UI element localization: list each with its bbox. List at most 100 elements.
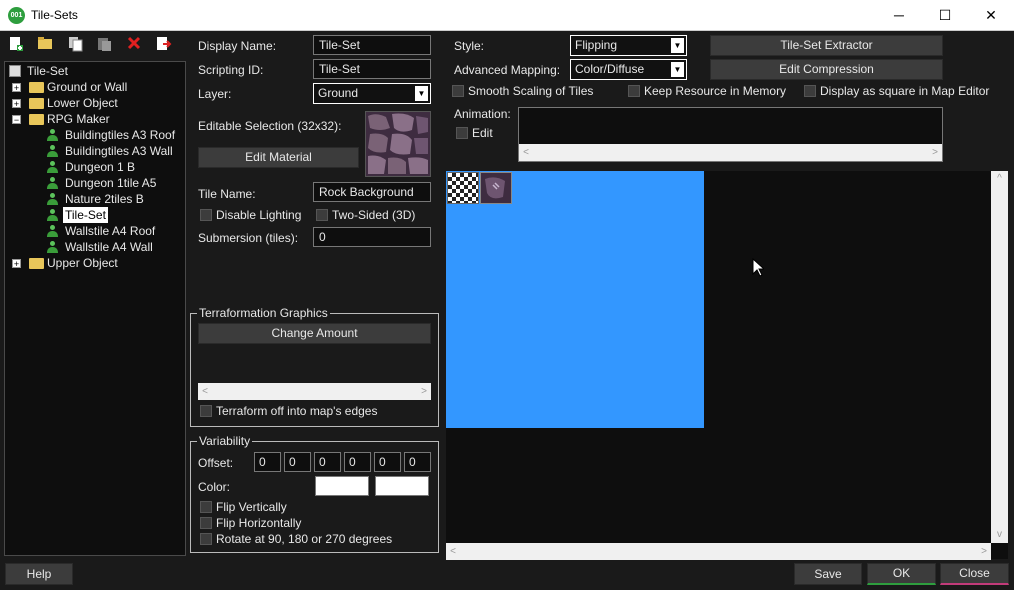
- advanced-mapping-select[interactable]: Color/Diffuse ▼: [570, 59, 687, 80]
- paste-icon[interactable]: [95, 36, 115, 56]
- keep-resource-checkbox[interactable]: [628, 85, 640, 97]
- layer-label: Layer:: [198, 87, 232, 101]
- grid-icon: [9, 65, 21, 77]
- tile-preview-image[interactable]: [365, 111, 431, 177]
- offset-field-3[interactable]: 0: [314, 452, 341, 472]
- edit-material-button[interactable]: Edit Material: [198, 147, 359, 168]
- display-name-input[interactable]: Tile-Set: [313, 35, 431, 55]
- edit-compression-button[interactable]: Edit Compression: [710, 59, 943, 80]
- canvas-vscrollbar[interactable]: ^ v: [991, 171, 1008, 543]
- empty-tile[interactable]: [447, 172, 479, 204]
- tileset-icon: [47, 177, 58, 189]
- save-button[interactable]: Save: [794, 563, 862, 585]
- tileset-icon: [47, 129, 58, 141]
- style-label: Style:: [454, 39, 485, 53]
- offset-field-2[interactable]: 0: [284, 452, 311, 472]
- help-button[interactable]: Help: [5, 563, 73, 585]
- tileset-icon: [47, 145, 58, 157]
- scroll-up-icon[interactable]: ^: [991, 171, 1008, 187]
- disable-lighting-label: Disable Lighting: [216, 208, 302, 222]
- minimize-button[interactable]: ─: [876, 0, 922, 31]
- variability-title: Variability: [197, 434, 253, 448]
- folder-icon: [29, 98, 44, 109]
- mouse-cursor-icon: [752, 258, 764, 277]
- tileset-tree[interactable]: Tile-Set + Ground or Wall + Lower Object…: [4, 61, 186, 556]
- animation-strip[interactable]: < >: [518, 107, 943, 162]
- app-icon: 001: [8, 7, 25, 24]
- scroll-down-icon[interactable]: v: [991, 527, 1008, 543]
- maximize-button[interactable]: ☐: [922, 0, 968, 31]
- smooth-scaling-checkbox[interactable]: [452, 85, 464, 97]
- folder-icon: [29, 258, 44, 269]
- delete-icon[interactable]: [124, 36, 144, 56]
- display-square-label: Display as square in Map Editor: [820, 84, 990, 98]
- export-icon[interactable]: [154, 36, 174, 56]
- editable-selection-label: Editable Selection (32x32):: [198, 119, 342, 133]
- scroll-left-icon[interactable]: <: [519, 144, 533, 161]
- disable-lighting-checkbox[interactable]: [200, 209, 212, 221]
- style-value: Flipping: [575, 38, 618, 52]
- layer-select[interactable]: Ground ▼: [313, 83, 431, 104]
- advanced-mapping-label: Advanced Mapping:: [454, 63, 561, 77]
- close-button[interactable]: Close: [940, 563, 1009, 585]
- offset-field-1[interactable]: 0: [254, 452, 281, 472]
- chevron-down-icon: ▼: [415, 86, 428, 101]
- title-bar: 001 Tile-Sets ─ ☐ ✕: [0, 0, 1014, 31]
- scroll-left-icon[interactable]: <: [198, 383, 212, 400]
- window-title: Tile-Sets: [31, 8, 78, 22]
- tile-name-input[interactable]: Rock Background: [313, 182, 431, 202]
- terraform-edges-label: Terraform off into map's edges: [216, 404, 378, 418]
- tileset-extractor-button[interactable]: Tile-Set Extractor: [710, 35, 943, 56]
- tile-name-label: Tile Name:: [198, 187, 256, 201]
- tileset-icon: [47, 241, 58, 253]
- open-folder-icon[interactable]: [35, 36, 55, 56]
- canvas-hscrollbar[interactable]: < >: [446, 543, 991, 560]
- copy-icon[interactable]: [66, 36, 86, 56]
- close-window-button[interactable]: ✕: [968, 0, 1014, 31]
- flip-horizontally-checkbox[interactable]: [200, 517, 212, 529]
- two-sided-checkbox[interactable]: [316, 209, 328, 221]
- scroll-right-icon[interactable]: >: [977, 543, 991, 560]
- collapse-icon[interactable]: −: [12, 115, 21, 125]
- change-amount-button[interactable]: Change Amount: [198, 323, 431, 344]
- advanced-mapping-value: Color/Diffuse: [575, 62, 645, 76]
- rotate-checkbox[interactable]: [200, 533, 212, 545]
- rock-tile[interactable]: [480, 172, 512, 204]
- tileset-icon: [47, 225, 58, 237]
- tileset-canvas[interactable]: [446, 171, 704, 428]
- offset-label: Offset:: [198, 456, 234, 470]
- rotate-label: Rotate at 90, 180 or 270 degrees: [216, 532, 393, 546]
- smooth-scaling-label: Smooth Scaling of Tiles: [468, 84, 594, 98]
- offset-field-5[interactable]: 0: [374, 452, 401, 472]
- scripting-id-label: Scripting ID:: [198, 63, 264, 77]
- expand-icon[interactable]: +: [12, 259, 21, 269]
- animation-edit-checkbox[interactable]: [456, 127, 468, 139]
- color-label: Color:: [198, 480, 231, 494]
- tileset-canvas-area[interactable]: ^ v < >: [446, 171, 1008, 560]
- offset-field-6[interactable]: 0: [404, 452, 431, 472]
- color-swatch-1[interactable]: [315, 476, 369, 496]
- new-icon[interactable]: [6, 36, 26, 56]
- animation-label: Animation:: [454, 107, 511, 121]
- animation-scrollbar[interactable]: < >: [519, 144, 942, 161]
- terraformation-group: Terraformation Graphics Change Amount < …: [190, 306, 439, 427]
- expand-icon[interactable]: +: [12, 83, 21, 93]
- scroll-left-icon[interactable]: <: [446, 543, 460, 560]
- flip-vertically-checkbox[interactable]: [200, 501, 212, 513]
- terraformation-scrollbar[interactable]: < >: [198, 383, 431, 400]
- expand-icon[interactable]: +: [12, 99, 21, 109]
- style-select[interactable]: Flipping ▼: [570, 35, 687, 56]
- terraform-edges-checkbox[interactable]: [200, 405, 212, 417]
- display-square-checkbox[interactable]: [804, 85, 816, 97]
- layer-value: Ground: [318, 86, 359, 100]
- flip-vertically-label: Flip Vertically: [216, 500, 287, 514]
- color-swatch-2[interactable]: [375, 476, 429, 496]
- scroll-right-icon[interactable]: >: [417, 383, 431, 400]
- tileset-icon: [47, 161, 58, 173]
- ok-button[interactable]: OK: [867, 563, 936, 585]
- terraformation-title: Terraformation Graphics: [197, 306, 330, 320]
- scripting-id-input[interactable]: Tile-Set: [313, 59, 431, 79]
- submersion-input[interactable]: 0: [313, 227, 431, 247]
- scroll-right-icon[interactable]: >: [928, 144, 942, 161]
- offset-field-4[interactable]: 0: [344, 452, 371, 472]
